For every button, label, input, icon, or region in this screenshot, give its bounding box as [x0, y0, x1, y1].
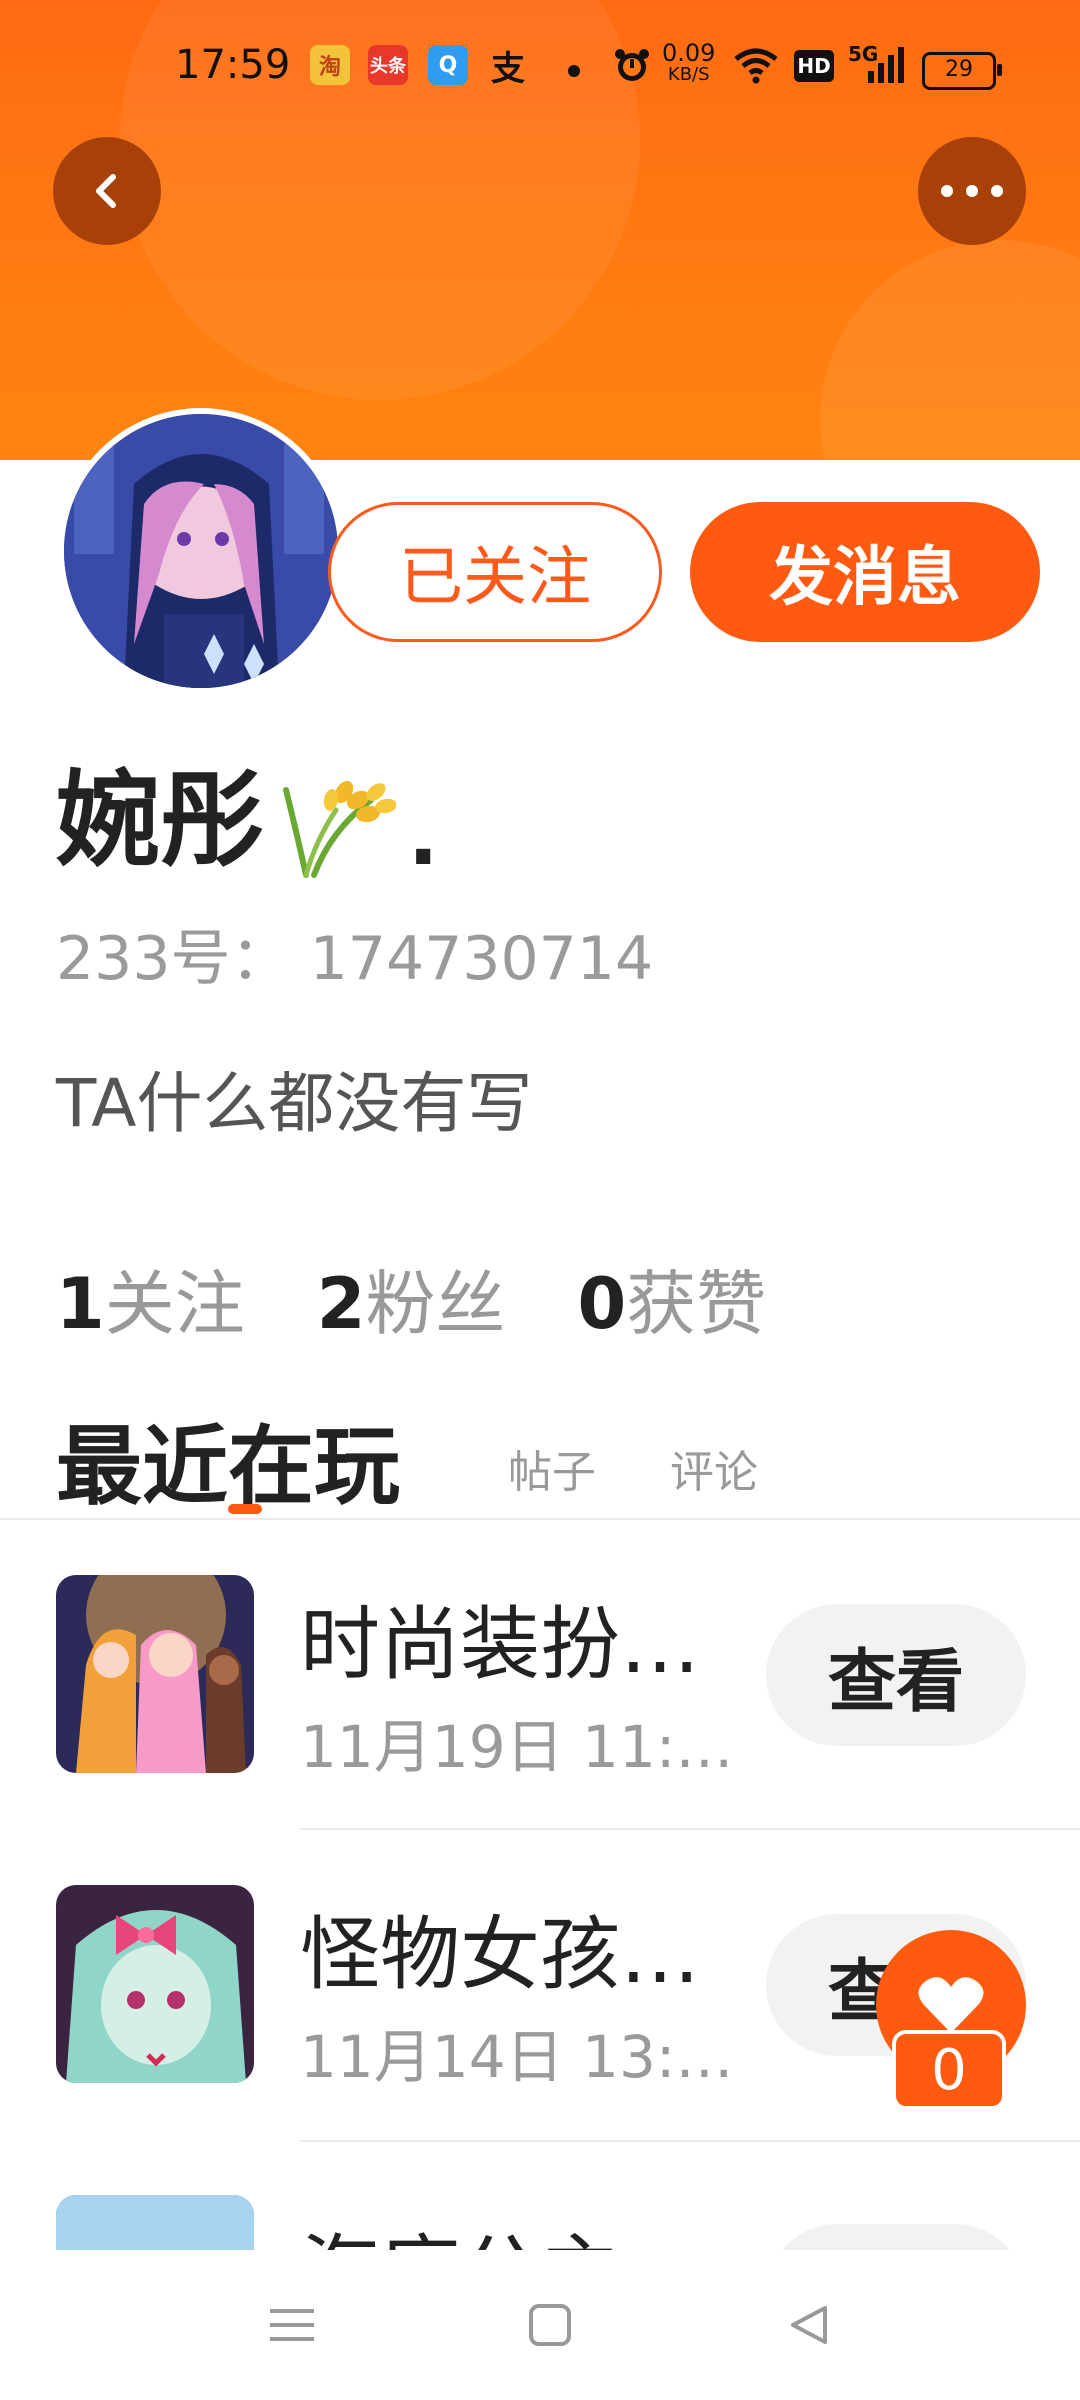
followed-button[interactable]: 已关注 — [328, 502, 662, 642]
profile-tabs: 最近在玩 帖子 评论 — [56, 1396, 1056, 1517]
status-time: 17:59 — [175, 42, 291, 88]
tab-active-indicator — [228, 1504, 262, 1514]
chevron-left-icon — [96, 174, 116, 208]
stat-label: 关注 — [104, 1263, 245, 1345]
likes-stat: 0 获赞 — [577, 1248, 766, 1349]
home-button[interactable] — [510, 2290, 590, 2360]
stat-label: 粉丝 — [365, 1263, 506, 1345]
item-divider — [300, 1828, 1080, 1830]
tab-posts[interactable]: 帖子 — [508, 1436, 596, 1500]
game-thumbnail — [56, 1575, 254, 1773]
game-title: 海底公主 — [300, 2208, 620, 2250]
wheat-icon — [276, 770, 397, 880]
menu-icon — [270, 2309, 314, 2341]
send-message-button[interactable]: 发消息 — [690, 502, 1040, 642]
stat-number: 2 — [316, 1263, 366, 1345]
more-horizontal-icon — [941, 185, 1003, 197]
hd-badge: HD — [794, 50, 834, 82]
list-item[interactable]: 时尚装扮… 11月19日 11:… 查看 — [0, 1560, 1080, 1870]
wifi-icon — [732, 45, 780, 92]
user-id: 233号： 174730714 — [56, 924, 654, 994]
view-button[interactable]: 查看 — [766, 1604, 1026, 1746]
game-thumbnail — [56, 2195, 254, 2250]
notification-dot — [568, 65, 580, 77]
avatar-image — [64, 414, 338, 688]
network-speed: 0.09 KB/S — [662, 39, 716, 85]
like-count-badge: 0 — [892, 2030, 1006, 2110]
avatar[interactable] — [58, 408, 344, 694]
user-bio: TA什么都没有写 — [56, 1065, 533, 1142]
stat-number: 0 — [577, 1263, 627, 1345]
profile-username-suffix: . — [408, 790, 439, 883]
item-divider — [300, 2140, 1080, 2142]
signal-icon — [866, 45, 906, 92]
tab-comments[interactable]: 评论 — [670, 1436, 758, 1500]
menu-button[interactable] — [252, 2290, 332, 2360]
profile-username: 婉彤 — [56, 759, 265, 881]
tabs-divider — [0, 1518, 1080, 1520]
alarm-icon — [612, 45, 652, 92]
game-last-played: 11月19日 11:… — [300, 1713, 734, 1781]
battery-indicator: 29 — [922, 52, 1002, 90]
game-last-played: 11月14日 13:… — [300, 2023, 734, 2091]
game-title: 时尚装扮… — [300, 1598, 700, 1691]
list-item[interactable]: 海底公主 查看 — [0, 2180, 1080, 2250]
alipay-app-icon: 支 — [491, 48, 525, 89]
profile-stats: 1 关注 2 粉丝 0 获赞 — [56, 1248, 838, 1349]
system-navigation-bar — [0, 2250, 1080, 2400]
square-icon — [529, 2304, 571, 2346]
back-button[interactable] — [53, 137, 161, 245]
stat-label: 获赞 — [626, 1263, 767, 1345]
browser-app-icon: Q — [428, 45, 468, 85]
header-decoration — [820, 240, 1080, 460]
game-thumbnail — [56, 1885, 254, 2083]
more-button[interactable] — [918, 137, 1026, 245]
followers-stat[interactable]: 2 粉丝 — [317, 1248, 506, 1349]
game-title: 怪物女孩… — [300, 1908, 700, 2001]
triangle-back-icon — [791, 2306, 827, 2344]
toutiao-app-icon: 头条 — [368, 45, 408, 85]
tab-recently-played[interactable]: 最近在玩 — [56, 1396, 400, 1521]
taobao-app-icon: 淘 — [310, 45, 350, 85]
following-stat[interactable]: 1 关注 — [56, 1248, 245, 1349]
stat-number: 1 — [56, 1263, 105, 1345]
status-bar: 17:59 淘 头条 Q 支 0.09 KB/S HD 5G 29 — [0, 0, 1080, 140]
back-nav-button[interactable] — [768, 2290, 848, 2360]
heart-icon — [918, 1977, 984, 2033]
view-button[interactable]: 查看 — [766, 2224, 1026, 2250]
